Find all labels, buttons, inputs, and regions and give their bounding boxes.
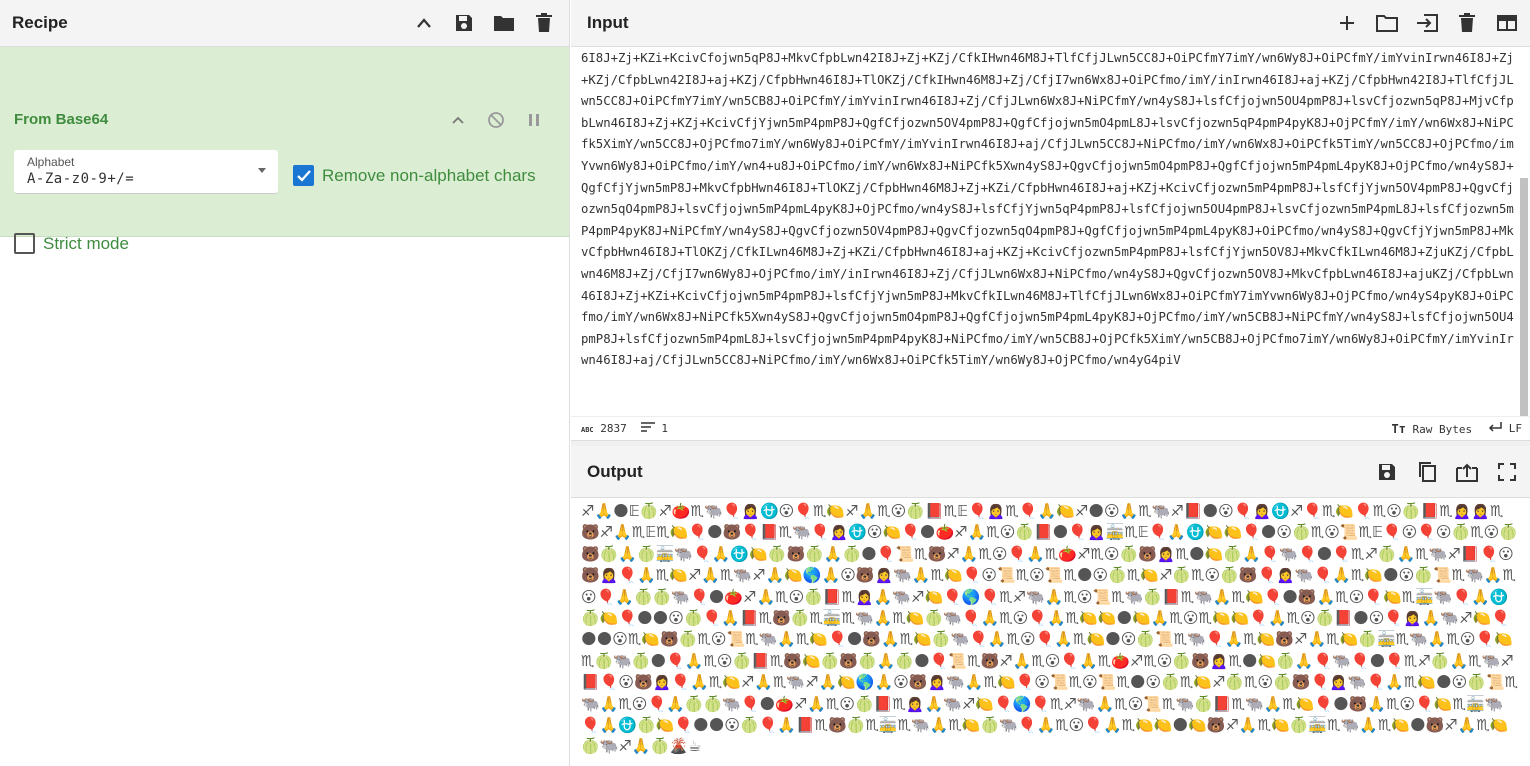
import-icon[interactable] bbox=[1416, 12, 1438, 34]
remove-non-alphabet-checkbox[interactable]: Remove non-alphabet chars bbox=[293, 165, 536, 186]
recipe-toolbar bbox=[413, 12, 555, 34]
input-pane: Input 6I8J+Zj+KZi+KcivCfojwn5qP8J+MkvCfp… bbox=[571, 0, 1530, 440]
input-status-bar: ABC 2837 1 Tт Raw Bytes LF bbox=[571, 416, 1530, 440]
fullscreen-icon[interactable] bbox=[1496, 461, 1518, 483]
folder-icon[interactable] bbox=[493, 12, 515, 34]
remove-non-alphabet-label: Remove non-alphabet chars bbox=[322, 165, 536, 185]
encoding-selector[interactable]: Tт Raw Bytes bbox=[1391, 422, 1472, 436]
output-header: Output bbox=[571, 446, 1530, 498]
alphabet-select[interactable]: Alphabet A-Za-z0-9+/= bbox=[14, 150, 278, 194]
output-pane: Output ♐🙏🌑𝔼🍈♐🍅♏🐃🎈🙍‍♀️⛎😮🎈♏🍋♐🙏♏😮🍈📕♏𝔼🎈🙍‍♀️♏… bbox=[571, 446, 1530, 766]
replace-input-icon[interactable] bbox=[1456, 461, 1478, 483]
checkbox-checked-icon[interactable] bbox=[293, 165, 314, 186]
lines-icon bbox=[640, 422, 655, 432]
trash-icon[interactable] bbox=[533, 12, 555, 34]
return-icon bbox=[1489, 422, 1502, 432]
output-textarea[interactable]: ♐🙏🌑𝔼🍈♐🍅♏🐃🎈🙍‍♀️⛎😮🎈♏🍋♐🙏♏😮🍈📕♏𝔼🎈🙍‍♀️♏🎈🙏🍋♐🌑😮🙏… bbox=[581, 501, 1521, 763]
cyberchef-app: Recipe From Base64 Alphabet A-Za-z0-9+/=… bbox=[0, 0, 1530, 766]
trash-icon[interactable] bbox=[1456, 12, 1478, 34]
operation-from-base64: From Base64 Alphabet A-Za-z0-9+/= Remove… bbox=[0, 47, 569, 254]
operation-controls bbox=[447, 109, 545, 131]
strict-mode-label: Strict mode bbox=[43, 233, 129, 253]
plus-icon[interactable] bbox=[1336, 12, 1358, 34]
input-textarea[interactable]: 6I8J+Zj+KZi+KcivCfojwn5qP8J+MkvCfpbLwn42… bbox=[581, 47, 1516, 415]
char-count: ABC 2837 bbox=[581, 422, 627, 435]
input-title: Input bbox=[587, 13, 629, 32]
checkbox-unchecked-icon[interactable] bbox=[14, 233, 35, 254]
input-scrollbar[interactable] bbox=[1520, 178, 1528, 416]
recipe-pane: Recipe From Base64 Alphabet A-Za-z0-9+/=… bbox=[0, 0, 570, 766]
recipe-header: Recipe bbox=[0, 0, 569, 47]
line-count: 1 bbox=[640, 422, 668, 435]
abc-icon: ABC bbox=[581, 426, 594, 434]
output-toolbar bbox=[1376, 461, 1518, 483]
chevron-down-icon[interactable] bbox=[258, 168, 266, 173]
layout-icon[interactable] bbox=[1496, 12, 1518, 34]
save-icon[interactable] bbox=[453, 12, 475, 34]
eol-selector[interactable]: LF bbox=[1488, 422, 1522, 435]
save-icon[interactable] bbox=[1376, 461, 1398, 483]
input-toolbar bbox=[1336, 12, 1518, 34]
input-header: Input bbox=[571, 0, 1530, 47]
folder-icon[interactable] bbox=[1376, 12, 1398, 34]
chevron-up-icon[interactable] bbox=[413, 12, 435, 34]
operation-title[interactable]: From Base64 bbox=[14, 111, 108, 128]
alphabet-value: A-Za-z0-9+/= bbox=[27, 171, 135, 187]
output-title: Output bbox=[587, 461, 643, 481]
strict-mode-checkbox[interactable]: Strict mode bbox=[14, 233, 129, 254]
text-size-icon: Tт bbox=[1391, 421, 1406, 436]
disable-icon[interactable] bbox=[485, 109, 507, 131]
chevron-up-icon[interactable] bbox=[447, 109, 469, 131]
copy-icon[interactable] bbox=[1416, 461, 1438, 483]
recipe-title: Recipe bbox=[12, 13, 68, 32]
alphabet-label: Alphabet bbox=[27, 155, 75, 169]
pause-icon[interactable] bbox=[523, 109, 545, 131]
